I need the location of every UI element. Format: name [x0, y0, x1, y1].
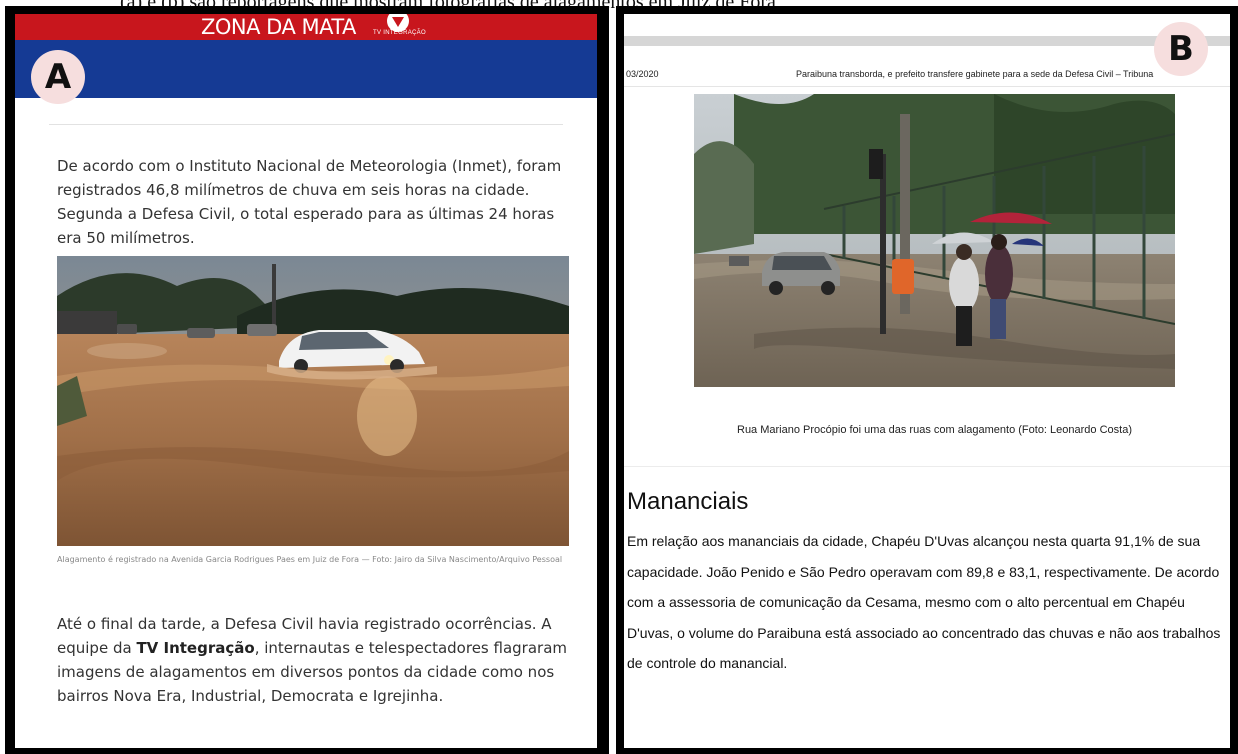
- content-divider: [49, 124, 563, 125]
- tv-integracao-link[interactable]: TV Integração: [136, 639, 254, 657]
- section-body-text: Em relação aos mananciais da cidade, Cha…: [627, 533, 1221, 671]
- panel-b-frame: B 03/2020 Paraibuna transborda, e prefei…: [616, 6, 1238, 754]
- print-page-title: Paraibuna transborda, e prefeito transfe…: [796, 69, 1154, 79]
- photo-caption-a: Alagamento é registrado na Avenida Garci…: [57, 555, 563, 564]
- article-paragraph-1: De acordo com o Instituto Nacional de Me…: [57, 157, 562, 247]
- panel-label-b: B: [1154, 22, 1208, 76]
- tv-logo-text: TV INTEGRAÇÃO: [373, 30, 426, 36]
- photo-caption-b: Rua Mariano Procópio foi uma das ruas co…: [737, 424, 1132, 436]
- section-divider: [624, 466, 1230, 467]
- panel-b-news-page: B 03/2020 Paraibuna transborda, e prefei…: [624, 14, 1230, 748]
- browser-top-bar: [624, 36, 1230, 46]
- flood-photo-avenida: [57, 256, 569, 546]
- panel-a-news-page: ZONA DA MATA TV INTEGRAÇÃO A De acordo c…: [15, 14, 597, 748]
- print-date: 03/2020: [626, 69, 659, 79]
- header-divider: [624, 86, 1230, 87]
- site-header-blue-band: [15, 40, 597, 98]
- flood-photo-rua-mariano-procopio: [694, 94, 1175, 387]
- panel-a-frame: ZONA DA MATA TV INTEGRAÇÃO A De acordo c…: [5, 6, 609, 754]
- panel-label-a: A: [31, 50, 85, 104]
- site-section-brand[interactable]: ZONA DA MATA: [201, 14, 356, 40]
- article-paragraph-2: Até o final da tarde, a Defesa Civil hav…: [57, 612, 567, 708]
- section-heading-mananciais: Mananciais: [627, 488, 749, 515]
